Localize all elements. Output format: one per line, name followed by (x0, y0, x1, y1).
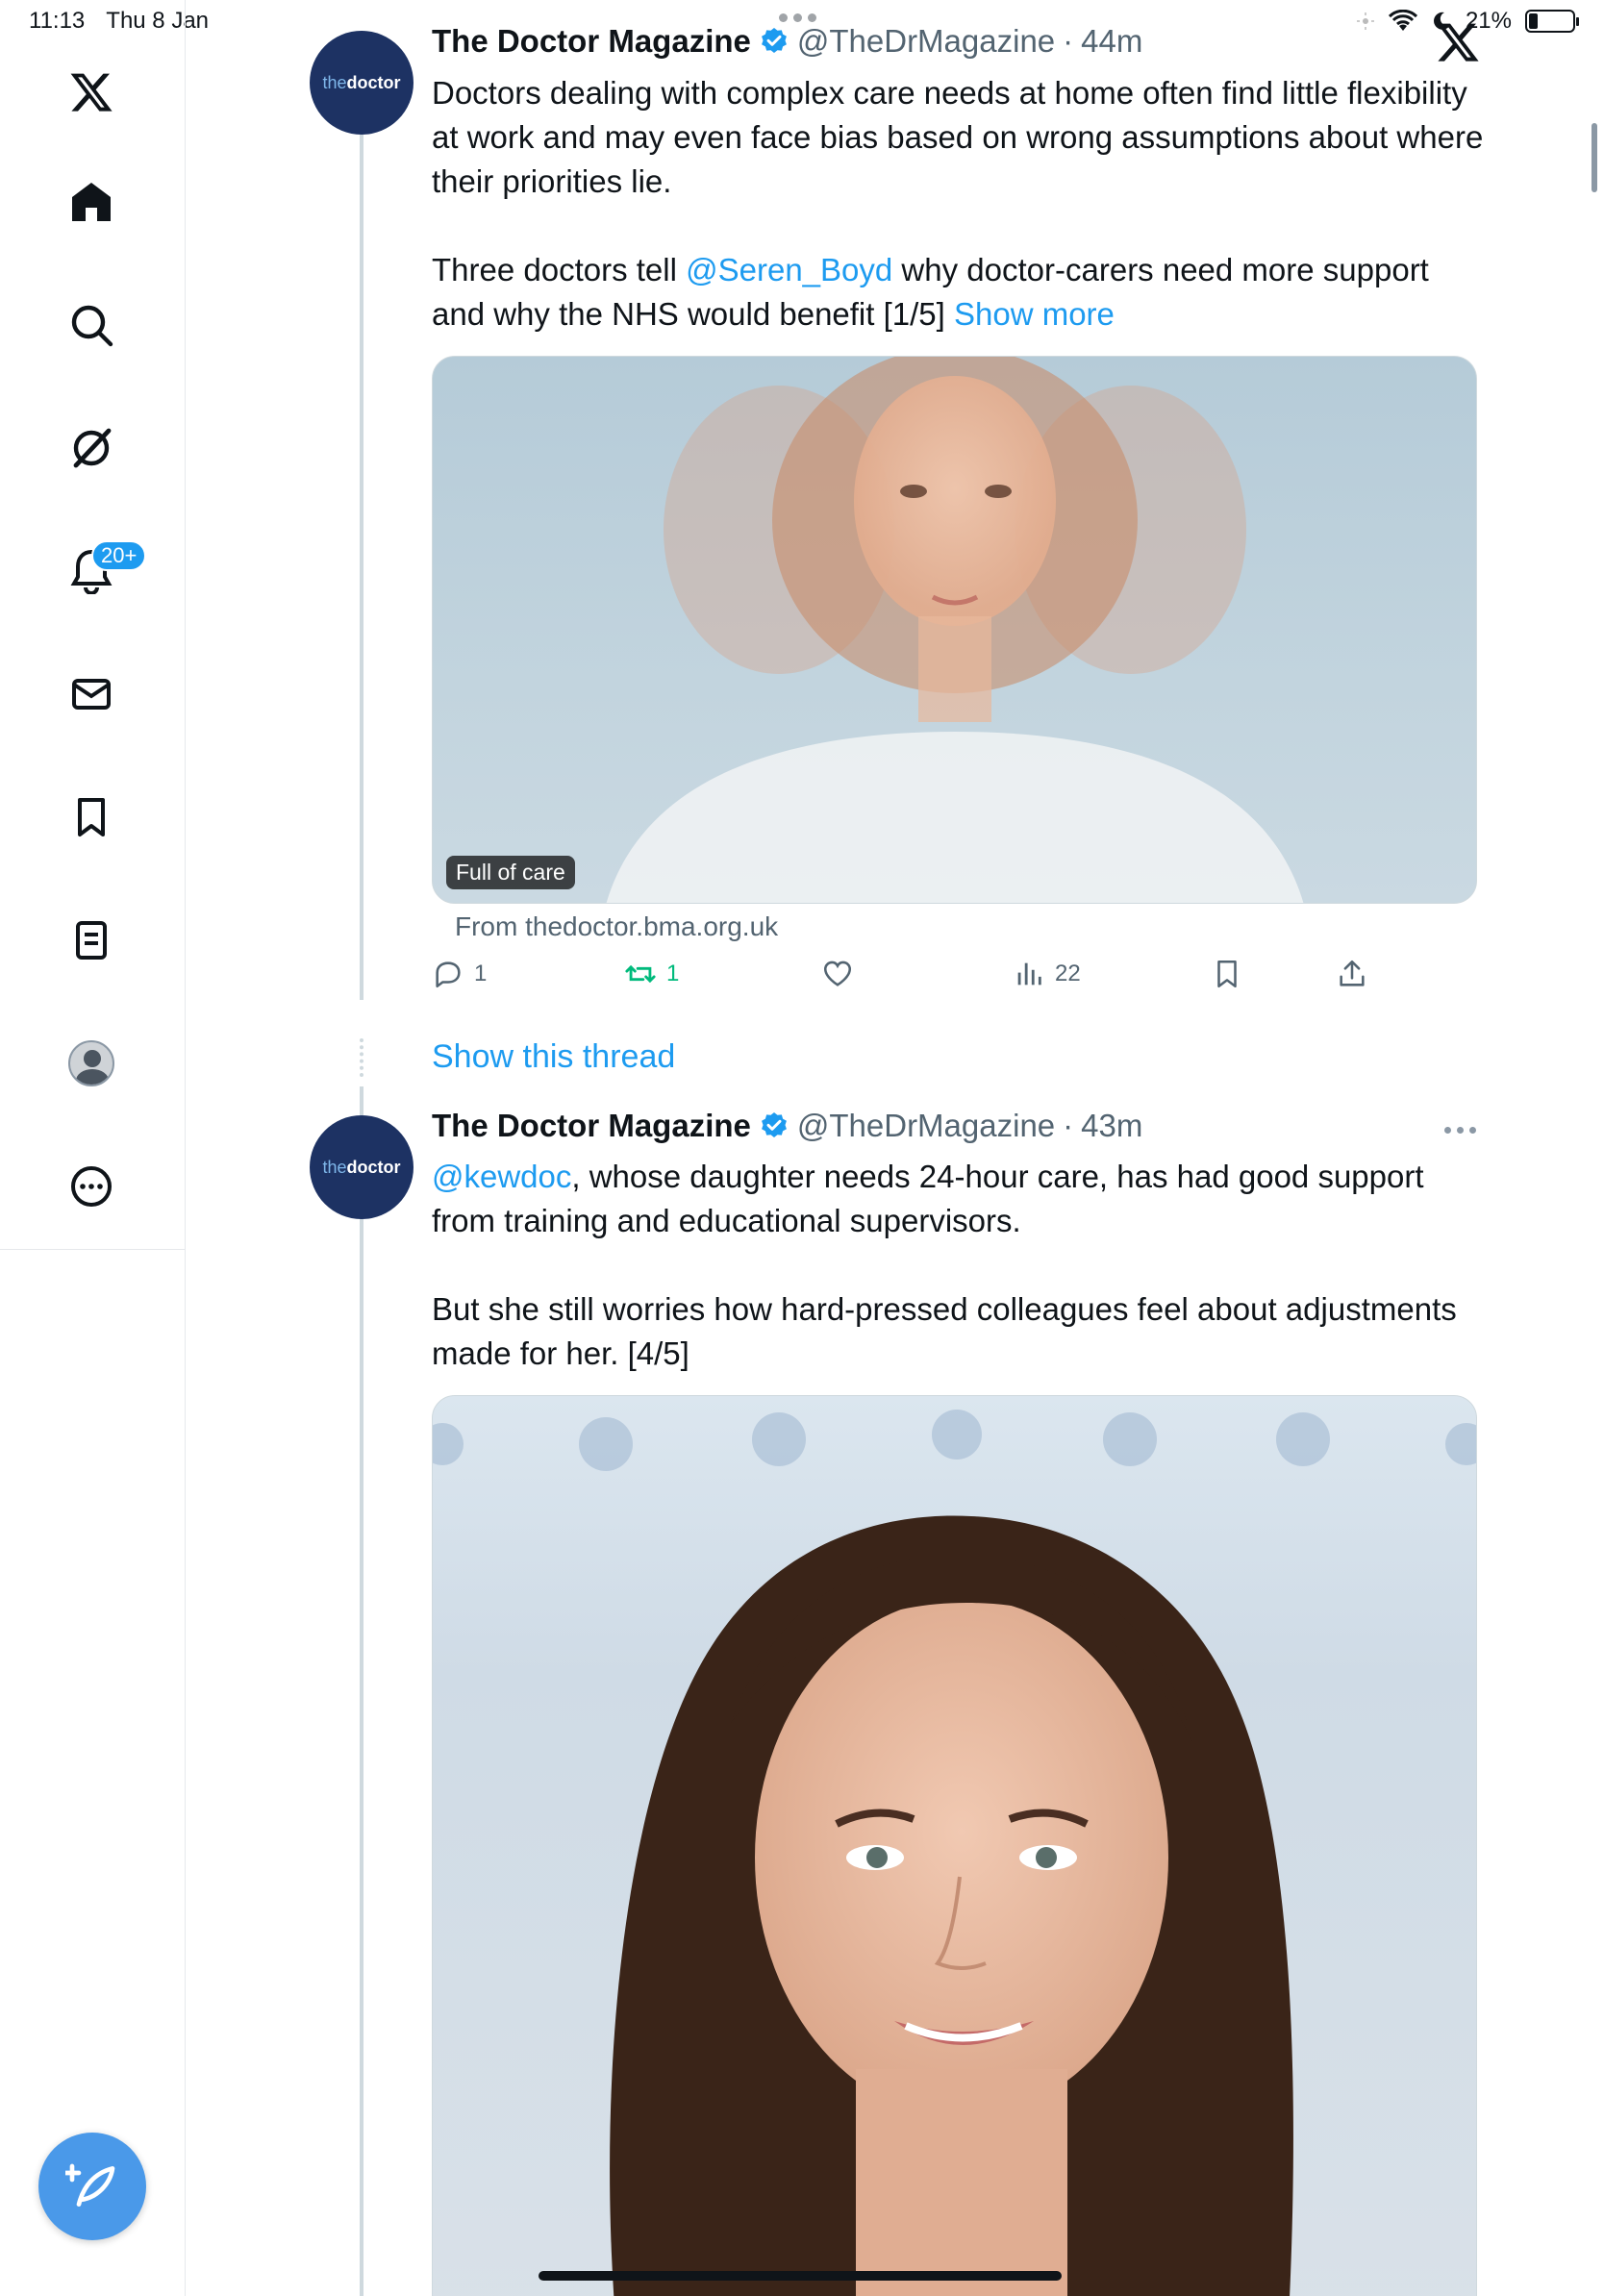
thread-line (360, 135, 363, 1000)
tweet-header: The Doctor Magazine @TheDrMagazine · 43m (432, 1108, 1142, 1144)
views-count: 22 (1055, 961, 1081, 986)
avatar-text: doctor (346, 1157, 401, 1177)
portrait-photo (433, 1410, 1476, 2296)
compose-button[interactable] (38, 2133, 146, 2240)
avatar-text: doctor (346, 72, 401, 92)
link-card-image[interactable]: Full of care (432, 356, 1477, 904)
feather-plus-icon (65, 2163, 115, 2207)
tweet-paragraph: Three doctors tell @Seren_Boyd why docto… (432, 248, 1490, 337)
x-logo-icon (70, 73, 113, 112)
views-button[interactable]: 22 (1013, 958, 1081, 990)
nav-notifications[interactable]: 20+ (53, 533, 147, 610)
bookmark-button[interactable] (1211, 958, 1243, 990)
views-chart-icon (1017, 962, 1041, 986)
share-icon (1340, 960, 1365, 986)
nav-profile[interactable] (53, 1025, 130, 1102)
nav-bookmarks[interactable] (53, 779, 130, 856)
tweet-text: Doctors dealing with complex care needs … (432, 71, 1490, 337)
scrollbar[interactable] (1591, 123, 1597, 192)
messages-envelope-icon (72, 679, 111, 710)
author-handle[interactable]: @TheDrMagazine (797, 23, 1055, 60)
tweet-paragraph: @kewdoc, whose daughter needs 24-hour ca… (432, 1155, 1490, 1243)
nav-search[interactable] (53, 287, 130, 363)
tweet-paragraph: Doctors dealing with complex care needs … (432, 75, 1484, 199)
author-avatar[interactable]: the doctor (310, 1115, 414, 1219)
nav-grok[interactable] (53, 410, 130, 487)
brightness-icon (1356, 12, 1374, 30)
heart-icon (823, 961, 852, 986)
like-button[interactable] (821, 958, 854, 990)
card-title: Full of care (446, 856, 575, 889)
thread-line (360, 1086, 363, 1115)
reply-count: 1 (474, 961, 488, 986)
wifi-icon (1388, 10, 1417, 31)
thread-line-gap (360, 1038, 363, 1077)
tweet-header: The Doctor Magazine @TheDrMagazine · 44m (432, 23, 1142, 60)
tweet-time[interactable]: 43m (1081, 1108, 1142, 1144)
show-more-link[interactable]: Show more (954, 296, 1115, 332)
tweet-text-segment: , whose daughter needs 24-hour care, has… (432, 1159, 1424, 1238)
retweet-count: 1 (666, 961, 680, 986)
share-button[interactable] (1336, 958, 1368, 990)
home-icon (72, 183, 111, 221)
multitasking-dots-icon[interactable] (779, 13, 816, 22)
separator-dot: · (1063, 1108, 1074, 1143)
sidebar: 20+ (0, 0, 186, 1250)
verified-badge-icon (761, 1112, 787, 1137)
nav-lists[interactable] (53, 902, 130, 979)
tweet-time[interactable]: 44m (1081, 23, 1142, 60)
tweet-paragraph: But she still worries how hard-pressed c… (432, 1291, 1457, 1371)
nav-messages[interactable] (53, 656, 130, 733)
battery-icon (1525, 10, 1579, 33)
nav-more[interactable] (53, 1148, 130, 1225)
home-indicator[interactable] (539, 2271, 1062, 2281)
card-source[interactable]: From thedoctor.bma.org.uk (455, 911, 778, 942)
retweet-icon (625, 964, 656, 984)
tweet-actions: 1 1 22 (432, 958, 1393, 1008)
grok-icon (73, 428, 112, 468)
mention-link[interactable]: @kewdoc (432, 1159, 571, 1194)
nav-x-logo[interactable] (53, 54, 130, 131)
verified-badge-icon (761, 28, 787, 53)
author-handle[interactable]: @TheDrMagazine (797, 1108, 1055, 1144)
nav-home[interactable] (53, 163, 130, 240)
tweet-text: @kewdoc, whose daughter needs 24-hour ca… (432, 1155, 1490, 1376)
search-icon (71, 305, 113, 347)
retweet-button[interactable]: 1 (624, 958, 679, 990)
tweet-more-button[interactable] (1444, 1127, 1476, 1134)
thread-line (360, 1216, 363, 2296)
avatar-text: the (322, 1157, 347, 1177)
tweet-text-segment: Three doctors tell (432, 252, 687, 287)
bookmark-icon (78, 798, 105, 836)
bookmark-icon (1217, 960, 1237, 988)
notifications-badge: 20+ (91, 540, 147, 571)
show-thread-link[interactable]: Show this thread (432, 1038, 675, 1076)
reply-icon (436, 961, 461, 988)
author-avatar[interactable]: the doctor (310, 31, 414, 135)
mention-link[interactable]: @Seren_Boyd (686, 252, 892, 287)
x-logo-icon[interactable] (1435, 19, 1481, 65)
avatar-text: the (322, 72, 347, 92)
more-icon (71, 1166, 112, 1207)
author-name[interactable]: The Doctor Magazine (432, 23, 751, 60)
card-photo (606, 357, 1304, 903)
author-name[interactable]: The Doctor Magazine (432, 1108, 751, 1144)
separator-dot: · (1063, 23, 1074, 59)
tweet-photo[interactable] (432, 1395, 1477, 2296)
sidebar-divider (185, 1250, 186, 2296)
lists-icon (76, 921, 107, 960)
profile-avatar (68, 1040, 114, 1086)
reply-button[interactable]: 1 (432, 958, 487, 990)
